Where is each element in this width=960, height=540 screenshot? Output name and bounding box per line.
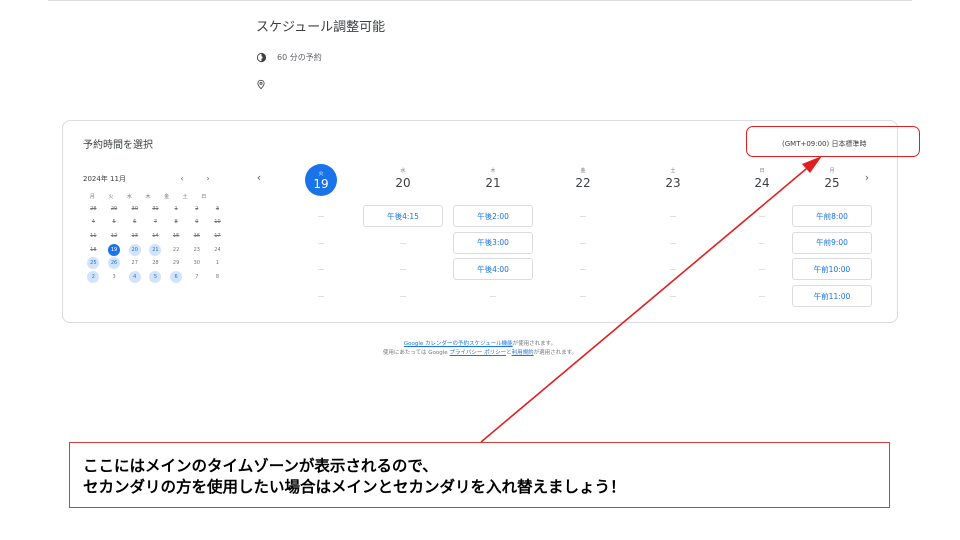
annotation-line-2: セカンダリの方を使用したい場合はメインとセカンダリを入れ替えましょう！ — [83, 478, 626, 496]
annotation-arrow-line — [480, 163, 813, 443]
annotation-line-1: ここにはメインのタイムゾーンが表示されるので、 — [83, 457, 438, 475]
annotation-note: ここにはメインのタイムゾーンが表示されるので、 セカンダリの方を使用したい場合は… — [69, 442, 890, 508]
